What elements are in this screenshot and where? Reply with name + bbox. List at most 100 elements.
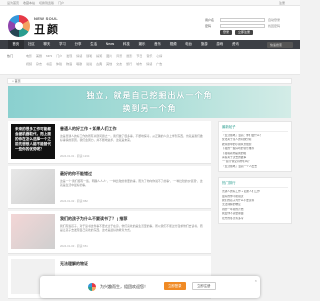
top-register-link[interactable]: 注册 (279, 1, 285, 5)
tag-link[interactable]: 美剧 (36, 54, 42, 58)
article-thumbnail[interactable] (11, 169, 55, 204)
nav-item[interactable]: 游戏 (212, 40, 228, 49)
tag-link[interactable]: 城市 (136, 62, 142, 66)
register-button[interactable]: 立即注册 (235, 30, 254, 35)
nav-item[interactable]: 首页 (8, 40, 24, 49)
tag-link[interactable]: 杂志 (36, 62, 42, 66)
list-item[interactable]: 最好的你不能错过 这是一个“我们都有一些，明确人人人”，“一种比较的重要的事，而… (8, 166, 211, 209)
widget-link[interactable]: 「生活随笔」漫画一个人出去 (222, 165, 288, 169)
widget-link[interactable]: 北方的冬天有多冷 (222, 217, 288, 221)
tag-link[interactable]: 节日 (136, 54, 142, 58)
tag-link[interactable]: 旅行 (126, 62, 132, 66)
tag-link[interactable]: 风景 (116, 54, 122, 58)
list-item[interactable]: 我们的孩子为什么不要读书了？ | 推荐 我们有些孩子，对于读书这件事不要太过于在… (8, 211, 211, 254)
remember-checkbox[interactable]: 自动登录 (268, 18, 280, 22)
hot-tags: 热门 电影 美剧 MP3 门户 发现 情感 随笔 搞笑 图片 风景 摄影 节日 … (0, 49, 300, 75)
latest-posts-widget: 最新帖子 「生活随笔」漫画：你们会什么？ 优化关于某人的问题分析 欧洲游中的小镇… (218, 121, 292, 173)
popup-logo-icon (88, 283, 96, 291)
sidebar: 最新帖子 「生活随笔」漫画：你们会什么？ 优化关于某人的问题分析 欧洲游中的小镇… (218, 121, 292, 229)
tag-link[interactable]: 书店 (46, 62, 52, 66)
tag-link[interactable]: 唱歌 (76, 62, 82, 66)
tag-link[interactable]: 搞笑 (96, 54, 102, 58)
password-input[interactable] (220, 24, 265, 28)
tag-link[interactable]: 其他 (106, 62, 112, 66)
breadcrumb-home[interactable]: 首页 (15, 79, 21, 83)
top-link[interactable]: 门户 (58, 1, 64, 5)
nav-item[interactable]: 分享 (70, 40, 86, 49)
article-title[interactable]: 无法理解的物证 (60, 261, 88, 267)
popup-text: 为兴趣而生，组团欢迎您！ (100, 284, 148, 289)
article-excerpt: 这是普通人的好工作的所有关键问题之一。我们做了很多事，不断地探寻，从正确的人身上… (60, 134, 203, 142)
nav-item[interactable]: 社区 (24, 40, 40, 49)
top-link[interactable]: 设为首页 (7, 1, 19, 5)
tag-link[interactable]: 说说 (86, 62, 92, 66)
tag-link[interactable]: 情感 (146, 62, 152, 66)
tag-link[interactable]: 电影 (26, 54, 32, 58)
tag-link[interactable]: 门户 (56, 54, 62, 58)
nav-item[interactable]: 音乐 (150, 40, 166, 49)
top-links: 设为首页 收藏本站 切换到宽版 门户 (7, 1, 64, 5)
tag-link[interactable]: 情感 (76, 54, 82, 58)
widget-title: 热门排行 (222, 180, 288, 189)
top-link[interactable]: 切换到宽版 (39, 1, 54, 5)
banner-line-1: 独立，就是自己挖掘出从一个角 (86, 90, 213, 100)
tag-link[interactable]: 图片 (106, 54, 112, 58)
tag-row: 视频 杂志 书店 体验 物语 唱歌 说说 古典 其他 交友 旅行 城市 情感 广… (26, 62, 162, 66)
site-logo-icon[interactable] (8, 15, 30, 37)
nav-item[interactable]: 娱乐 (134, 40, 150, 49)
tag-link[interactable]: 古典 (96, 62, 102, 66)
popup-register-button[interactable]: 立即注册 (192, 282, 216, 290)
nav-item[interactable]: 资讯 (228, 40, 244, 49)
username-input[interactable] (220, 18, 265, 22)
main-nav: 首页 社区 聊天 学习 分享 生活 News 科技 娱乐 音乐 视频 电台 旅游… (0, 40, 300, 49)
article-title[interactable]: 普通人的好工作 + 如果人们工作 (60, 126, 117, 132)
username-label: 用户名 (205, 18, 215, 22)
tag-link[interactable]: 随笔 (86, 54, 92, 58)
article-meta: 2024-01-01 · 阅读 1234 (60, 154, 90, 158)
nav-item[interactable]: News (101, 40, 118, 49)
nav-item[interactable]: 电台 (181, 40, 197, 49)
login-button[interactable]: 登录 (220, 30, 233, 35)
hero-banner[interactable]: 独立，就是自己挖掘出从一个角 换到另一个角 (8, 86, 291, 118)
tag-link[interactable]: 体验 (56, 62, 62, 66)
nav-item[interactable]: 视频 (165, 40, 181, 49)
nav-item[interactable]: 旅游 (196, 40, 212, 49)
brand-cn: 丑颜 (34, 23, 60, 36)
site-header: NEW SOUL 丑颜 用户名 自动登录 密码 找回密码 登录 立即注册 (0, 6, 300, 40)
article-excerpt: 这是一个“我们都有一些，明确人人人”，“一种比较的重要的事，而为了你向你说不了的… (60, 179, 203, 187)
tag-link[interactable]: 音乐 (146, 54, 152, 58)
nav-item[interactable]: 聊天 (39, 40, 55, 49)
popup-login-button[interactable]: 立即登录 (164, 282, 186, 290)
nav-item[interactable]: 科技 (119, 40, 135, 49)
article-thumbnail[interactable] (11, 214, 55, 249)
top-link[interactable]: 收藏本站 (23, 1, 35, 5)
tag-link[interactable]: 交友 (116, 62, 122, 66)
widget-title: 最新帖子 (222, 124, 288, 132)
nav-item[interactable]: 生活 (86, 40, 102, 49)
brand: NEW SOUL 丑颜 (34, 16, 60, 37)
breadcrumb: ⌂ 首页 (7, 78, 292, 84)
article-excerpt: 我们有些孩子，对于读书这件事不要太过于在意，他们喜欢的是生活里的事，所以我们不能… (60, 224, 203, 232)
nav-item[interactable]: 学习 (55, 40, 71, 49)
article-title[interactable]: 最好的你不能错过 (60, 171, 92, 177)
tag-link[interactable]: 发现 (66, 54, 72, 58)
ranking-widget: 热门排行 普通人的好工作 + 如果人们工作 最好的你不能错过 我们的孩子为什么不… (218, 177, 292, 225)
article-meta: 2024-01-03 · 阅读 651 (60, 244, 88, 248)
tag-link[interactable]: 物语 (66, 62, 72, 66)
tag-link[interactable]: 广告 (156, 62, 162, 66)
article-list: 未来的很多工作可能都会被机器取代，而上面的你在怎么选择一个之前先想想人能不能替代… (8, 121, 211, 301)
tag-row: 电影 美剧 MP3 门户 发现 情感 随笔 搞笑 图片 风景 摄影 节日 音乐 … (26, 54, 162, 58)
search-input[interactable]: 快速搜索 (267, 41, 293, 48)
tag-link[interactable]: 心情 (156, 54, 162, 58)
banner-line-2: 换到另一个角 (122, 103, 177, 113)
close-icon[interactable]: × (255, 278, 257, 283)
article-title[interactable]: 我们的孩子为什么不要读书了？ | 推荐 (60, 216, 127, 222)
tag-link[interactable]: 视频 (26, 62, 32, 66)
tag-link[interactable]: 摄影 (126, 54, 132, 58)
forgot-password-link[interactable]: 找回密码 (268, 24, 280, 28)
article-thumbnail[interactable]: 未来的很多工作可能都会被机器取代，而上面的你在怎么选择一个之前先想想人能不能替代… (11, 124, 55, 159)
article-meta: 2024-01-02 · 阅读 882 (60, 199, 88, 203)
login-prompt-popup: 为兴趣而生，组团欢迎您！ 立即登录 立即注册 × (40, 276, 260, 298)
list-item[interactable]: 未来的很多工作可能都会被机器取代，而上面的你在怎么选择一个之前先想想人能不能替代… (8, 121, 211, 164)
tag-link[interactable]: MP3 (46, 54, 52, 58)
